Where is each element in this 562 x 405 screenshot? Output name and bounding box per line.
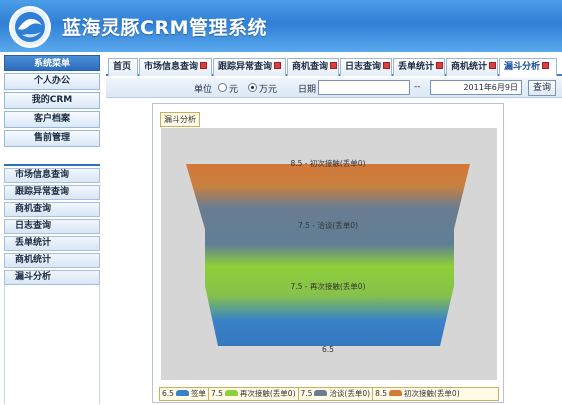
close-icon[interactable] bbox=[436, 62, 444, 69]
close-icon[interactable] bbox=[542, 62, 550, 69]
legend-value: 7.5 bbox=[210, 389, 223, 398]
menu-item-presales[interactable]: 售前管理 bbox=[4, 130, 100, 147]
legend-name: 签单 bbox=[190, 389, 206, 398]
legend-value: 6.5 bbox=[162, 389, 174, 398]
funnel-stage-label: 8.5 - 初次接触(丢单0) bbox=[290, 158, 365, 168]
funnel-chart: 8.5 - 初次接触(丢单0) 7.5 - 洽谈(丢单0) 7.5 - 再次接触… bbox=[186, 158, 470, 354]
tab-opportunity-query[interactable]: 商机查询 bbox=[287, 58, 339, 76]
date-label: 日期 bbox=[298, 85, 317, 95]
funnel-stage-label: 7.5 - 洽谈(丢单0) bbox=[298, 220, 358, 230]
funnel-stage-label: 7.5 - 再次接触(丢单0) bbox=[290, 281, 365, 291]
legend-swatch-icon bbox=[224, 390, 238, 396]
tab-label: 漏斗分析 bbox=[504, 62, 541, 72]
tab-market-info-query[interactable]: 市场信息查询 bbox=[139, 58, 212, 76]
legend-name: 洽谈(丢单0) bbox=[329, 389, 371, 398]
sidebar-filler bbox=[4, 284, 100, 404]
menu-item-personal-office[interactable]: 个人办公 bbox=[4, 73, 100, 90]
submenu-funnel-analysis[interactable]: 漏斗分析 bbox=[4, 270, 100, 285]
query-button[interactable]: 查询 bbox=[528, 80, 556, 96]
close-icon[interactable] bbox=[200, 62, 208, 69]
chart-legend: 6.5 签单 7.5 再次接触(丢单0) 7.5 洽谈(丢单0) 8.5 初次接触(丢单… bbox=[159, 387, 499, 401]
close-icon[interactable] bbox=[489, 62, 497, 69]
close-icon[interactable] bbox=[330, 62, 338, 69]
funnel-shape bbox=[186, 164, 470, 346]
tab-label: 市场信息查询 bbox=[144, 62, 199, 72]
unit-wanyuan-radio[interactable] bbox=[248, 83, 257, 92]
legend-value: 8.5 bbox=[375, 389, 387, 398]
tab-label: 日志查询 bbox=[345, 62, 382, 72]
unit-yuan-label: 元 bbox=[229, 85, 239, 95]
submenu-opportunity-query[interactable]: 商机查询 bbox=[4, 202, 100, 217]
legend-name: 初次接触(丢单0) bbox=[404, 389, 460, 398]
submenu-tracking-exception-query[interactable]: 跟踪异常查询 bbox=[4, 185, 100, 200]
system-menu-title: 系统菜单 bbox=[4, 55, 100, 71]
funnel-stage-label: 6.5 bbox=[322, 345, 334, 354]
legend-item: 7.5 再次接触(丢单0) bbox=[209, 388, 299, 400]
submenu-opportunity-stats[interactable]: 商机统计 bbox=[4, 253, 100, 268]
legend-swatch-icon bbox=[175, 390, 189, 396]
legend-value: 7.5 bbox=[300, 389, 313, 398]
tab-label: 商机查询 bbox=[292, 62, 329, 72]
legend-swatch-icon bbox=[389, 390, 402, 396]
tab-lost-order-stats[interactable]: 丢单统计 bbox=[393, 58, 445, 76]
date-separator: -- bbox=[414, 82, 421, 92]
submenu-market-info-query[interactable]: 市场信息查询 bbox=[4, 168, 100, 183]
legend-item: 8.5 初次接触(丢单0) bbox=[373, 388, 462, 400]
tab-funnel-analysis[interactable]: 漏斗分析 bbox=[499, 58, 557, 76]
unit-wanyuan-label: 万元 bbox=[259, 85, 278, 95]
filter-toolbar: 单位 元 万元 日期 -- 2011年6月9日 查询 bbox=[106, 78, 562, 98]
tab-label: 丢单统计 bbox=[398, 62, 435, 72]
funnel-chart-panel: 漏斗分析 8.5 - 初次接触(丢单0) 7.5 - 洽谈(丢单0) 7.5 -… bbox=[152, 103, 504, 403]
app-title: 蓝海灵豚CRM管理系统 bbox=[62, 17, 267, 39]
tab-home[interactable]: 首页 bbox=[108, 58, 138, 76]
submenu-log-query[interactable]: 日志查询 bbox=[4, 219, 100, 234]
tab-label: 商机统计 bbox=[451, 62, 488, 72]
menu-item-customer-archive[interactable]: 客户档案 bbox=[4, 111, 100, 128]
close-icon[interactable] bbox=[383, 62, 391, 69]
presales-submenu: 市场信息查询 跟踪异常查询 商机查询 日志查询 丢单统计 商机统计 漏斗分析 bbox=[4, 164, 100, 285]
tab-log-query[interactable]: 日志查询 bbox=[340, 58, 392, 76]
tab-opportunity-stats[interactable]: 商机统计 bbox=[446, 58, 498, 76]
tab-bar: 首页 市场信息查询 跟踪异常查询 商机查询 日志查询 丢单统计 商机统计 漏斗分… bbox=[106, 56, 562, 76]
funnel-plot-area: 8.5 - 初次接触(丢单0) 7.5 - 洽谈(丢单0) 7.5 - 再次接触… bbox=[161, 128, 497, 380]
unit-label: 单位 bbox=[194, 85, 213, 95]
legend-swatch-icon bbox=[314, 390, 328, 396]
tab-label: 首页 bbox=[113, 62, 132, 72]
menu-item-my-crm[interactable]: 我的CRM bbox=[4, 92, 100, 109]
unit-yuan-radio[interactable] bbox=[218, 83, 227, 92]
app-header: 蓝海灵豚CRM管理系统 bbox=[0, 0, 562, 52]
legend-item: 6.5 签单 bbox=[160, 388, 209, 400]
tab-label: 跟踪异常查询 bbox=[218, 62, 273, 72]
legend-item: 7.5 洽谈(丢单0) bbox=[299, 388, 374, 400]
sidebar: 系统菜单 个人办公 我的CRM 客户档案 售前管理 市场信息查询 跟踪异常查询 … bbox=[0, 52, 104, 405]
chart-title-tag: 漏斗分析 bbox=[160, 112, 200, 127]
date-from-input[interactable] bbox=[318, 80, 410, 95]
legend-name: 再次接触(丢单0) bbox=[239, 389, 296, 398]
top-menu: 个人办公 我的CRM 客户档案 售前管理 bbox=[4, 73, 100, 149]
date-to-input[interactable]: 2011年6月9日 bbox=[430, 80, 522, 95]
submenu-lost-order-stats[interactable]: 丢单统计 bbox=[4, 236, 100, 251]
close-icon[interactable] bbox=[274, 62, 282, 69]
tab-tracking-exception-query[interactable]: 跟踪异常查询 bbox=[213, 58, 286, 76]
dolphin-logo-icon bbox=[8, 5, 52, 49]
